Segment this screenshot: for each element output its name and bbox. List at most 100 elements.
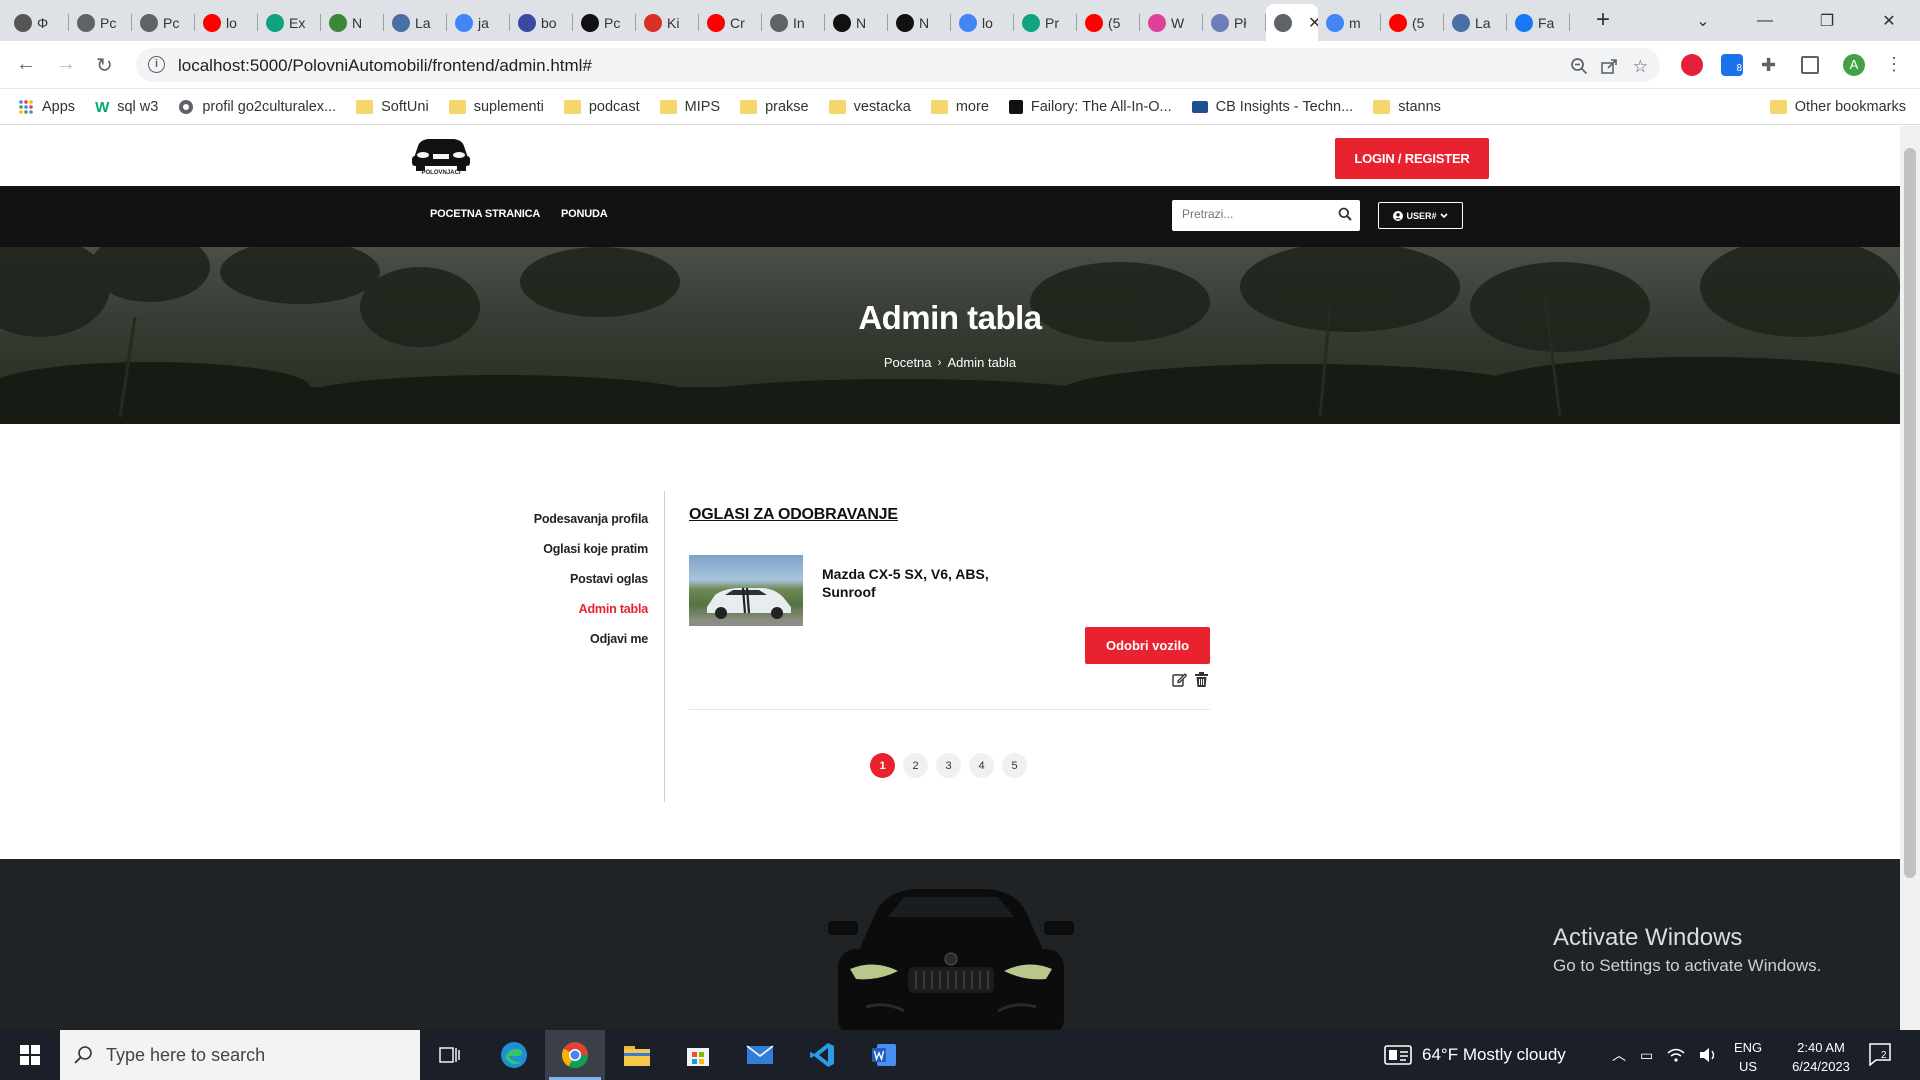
trash-icon[interactable]	[1195, 672, 1208, 687]
restore-button[interactable]: ❐	[1796, 0, 1858, 41]
tab-active[interactable]: ✕	[1266, 4, 1318, 41]
sidebar-item-profile-settings[interactable]: Podesavanja profila	[534, 512, 649, 526]
browser-tab[interactable]: N	[321, 4, 384, 41]
profile-avatar[interactable]: A	[1843, 54, 1865, 76]
browser-tab[interactable]: m	[1318, 4, 1381, 41]
share-icon[interactable]	[1600, 57, 1618, 75]
page-button-4[interactable]: 4	[969, 753, 994, 778]
minimize-button[interactable]: —	[1734, 0, 1796, 41]
browser-tab[interactable]: Pc	[132, 4, 195, 41]
taskbar-chrome[interactable]	[545, 1030, 605, 1080]
volume-icon[interactable]	[1699, 1047, 1717, 1063]
url-text[interactable]: localhost:5000/PolovniAutomobili/fronten…	[178, 56, 592, 76]
browser-menu-icon[interactable]: ⋮	[1885, 54, 1907, 76]
browser-tab[interactable]: La	[384, 4, 447, 41]
language-indicator[interactable]: ENG US	[1734, 1038, 1762, 1076]
browser-tab[interactable]: In	[762, 4, 825, 41]
bookmark-item[interactable]: Wsql w3	[95, 99, 158, 116]
zoom-icon[interactable]	[1570, 57, 1588, 75]
taskbar-store[interactable]	[668, 1030, 728, 1080]
listing-title[interactable]: Mazda CX-5 SX, V6, ABS, Sunroof	[822, 565, 1012, 601]
search-input[interactable]	[1182, 207, 1322, 221]
bookmark-item[interactable]: more	[930, 99, 989, 115]
page-button-5[interactable]: 5	[1002, 753, 1027, 778]
browser-tab[interactable]: W	[1140, 4, 1203, 41]
tab-search-chevron-icon[interactable]: ⌄	[1672, 0, 1734, 41]
extension-badge-icon[interactable]: 8	[1721, 54, 1743, 76]
taskbar-mail[interactable]	[730, 1030, 790, 1080]
login-register-button[interactable]: LOGIN / REGISTER	[1335, 138, 1489, 179]
browser-tab[interactable]: Fa	[1507, 4, 1570, 41]
browser-tab[interactable]: Pł	[1203, 4, 1266, 41]
browser-tab[interactable]: N	[825, 4, 888, 41]
opera-extension-icon[interactable]	[1681, 54, 1703, 76]
forward-button[interactable]: →	[56, 53, 76, 76]
browser-tab[interactable]: Pc	[573, 4, 636, 41]
browser-tab[interactable]: (5	[1077, 4, 1140, 41]
sidebar-item-followed-ads[interactable]: Oglasi koje pratim	[543, 542, 648, 556]
browser-tab[interactable]: Pc	[69, 4, 132, 41]
bookmark-item[interactable]: MIPS	[659, 99, 720, 115]
omnibox[interactable]: i localhost:5000/PolovniAutomobili/front…	[136, 48, 1660, 82]
taskbar-search-box[interactable]: Type here to search	[60, 1030, 420, 1080]
browser-tab[interactable]: La	[1444, 4, 1507, 41]
bookmark-item[interactable]: Apps	[18, 99, 75, 115]
start-button[interactable]	[0, 1030, 60, 1080]
approve-vehicle-button[interactable]: Odobri vozilo	[1085, 627, 1210, 664]
chevron-up-icon[interactable]: ︿	[1612, 1045, 1626, 1065]
browser-tab[interactable]: lo	[951, 4, 1014, 41]
close-window-button[interactable]: ✕	[1858, 0, 1920, 41]
nav-link-home[interactable]: POCETNA STRANICA	[430, 208, 540, 220]
sidebar-item-logout[interactable]: Odjavi me	[590, 632, 648, 646]
wifi-icon[interactable]	[1667, 1047, 1685, 1063]
browser-tab[interactable]: bo	[510, 4, 573, 41]
taskbar-file-explorer[interactable]	[607, 1030, 667, 1080]
sidebar-item-admin-panel[interactable]: Admin tabla	[579, 602, 649, 616]
close-tab-icon[interactable]: ✕	[1308, 13, 1318, 33]
taskbar-weather[interactable]: 64°F Mostly cloudy	[1384, 1030, 1566, 1080]
page-button-1[interactable]: 1	[870, 753, 895, 778]
taskbar-clock[interactable]: 2:40 AM 6/24/2023	[1776, 1038, 1866, 1076]
taskbar-word[interactable]	[854, 1030, 914, 1080]
nav-link-offers[interactable]: PONUDA	[561, 208, 608, 220]
bookmark-item[interactable]: Failory: The All-In-O...	[1008, 99, 1172, 115]
page-scrollbar[interactable]	[1900, 126, 1920, 1030]
page-button-3[interactable]: 3	[936, 753, 961, 778]
site-info-icon[interactable]: i	[148, 56, 165, 73]
breadcrumb-home-link[interactable]: Pocetna	[884, 355, 932, 370]
bookmark-item[interactable]: suplementi	[448, 99, 544, 115]
notification-center-button[interactable]: 2	[1868, 1042, 1892, 1066]
bookmark-item[interactable]: prakse	[740, 99, 809, 115]
user-dropdown-button[interactable]: USER#	[1378, 202, 1463, 229]
sidebar-item-post-ad[interactable]: Postavi oglas	[570, 572, 648, 586]
extensions-puzzle-icon[interactable]: ✚	[1761, 54, 1783, 76]
browser-tab[interactable]: ja	[447, 4, 510, 41]
browser-tab[interactable]: Ex	[258, 4, 321, 41]
bookmark-item[interactable]: podcast	[563, 99, 640, 115]
scrollbar-thumb[interactable]	[1904, 148, 1916, 878]
browser-tab[interactable]: Ki	[636, 4, 699, 41]
listing-thumbnail[interactable]	[689, 555, 803, 626]
browser-tab[interactable]: Pr	[1014, 4, 1077, 41]
browser-tab[interactable]: N	[888, 4, 951, 41]
bookmark-item[interactable]: CB Insights - Techn...	[1191, 99, 1353, 115]
browser-tab[interactable]: (5	[1381, 4, 1444, 41]
browser-tab[interactable]: Cr	[699, 4, 762, 41]
other-bookmarks[interactable]: Other bookmarks	[1769, 89, 1906, 125]
page-button-2[interactable]: 2	[903, 753, 928, 778]
bookmark-item[interactable]: SoftUni	[356, 99, 429, 115]
new-tab-button[interactable]: +	[1596, 6, 1610, 34]
reload-button[interactable]: ↻	[96, 53, 113, 78]
search-icon[interactable]	[1338, 207, 1352, 221]
task-view-button[interactable]	[420, 1030, 480, 1080]
browser-tab[interactable]: lo	[195, 4, 258, 41]
back-button[interactable]: ←	[16, 53, 36, 76]
meet-now-icon[interactable]: ▭	[1640, 1047, 1653, 1064]
browser-tab[interactable]: Φ	[6, 4, 69, 41]
taskbar-edge[interactable]	[484, 1030, 544, 1080]
bookmark-star-icon[interactable]: ☆	[1633, 57, 1648, 77]
side-panel-icon[interactable]	[1801, 56, 1819, 74]
bookmark-item[interactable]: profil go2culturalex...	[178, 99, 336, 115]
edit-icon[interactable]	[1172, 672, 1187, 687]
bookmark-item[interactable]: vestacka	[828, 99, 911, 115]
